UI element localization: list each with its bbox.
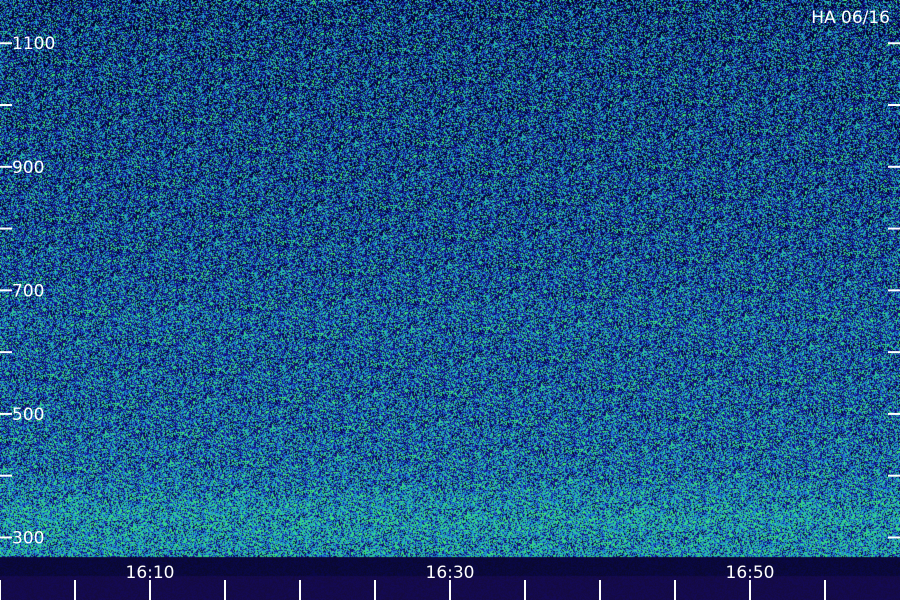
y-axis-right [888,42,900,539]
y-tick-label: 900 [12,158,44,178]
x-tick-label: 16:10 [126,563,175,583]
x-tick-labels: 16:10 16:30 16:50 [126,563,775,583]
y-tick-label: 300 [12,528,44,548]
x-tick-label: 16:50 [726,563,775,583]
y-tick-label: 700 [12,281,44,301]
x-axis [0,580,826,600]
y-tick-label: 1100 [12,34,55,54]
y-tick-labels: 1100 900 700 500 300 [12,34,55,548]
y-axis-left [0,42,12,539]
x-tick-label: 16:30 [426,563,475,583]
station-date-label: HA 06/16 [811,8,890,28]
spectrogram-axes: 1100 900 700 500 300 16:10 16:30 16:50 HA 06/1… [0,8,900,600]
spectrogram-panel: 1100 900 700 500 300 16:10 16:30 16:50 HA 06/1… [0,0,900,600]
y-tick-label: 500 [12,405,44,425]
